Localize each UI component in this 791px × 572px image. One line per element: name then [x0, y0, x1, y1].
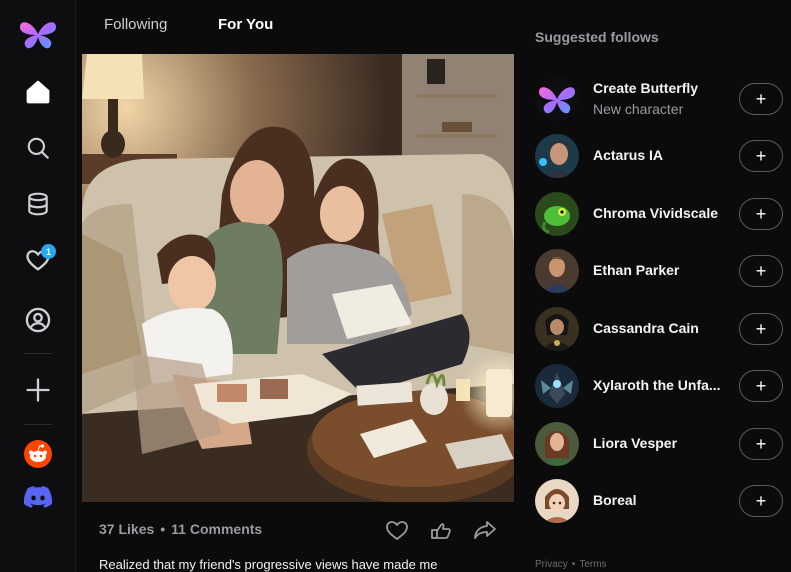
actarus-ia-avatar[interactable] [535, 134, 579, 178]
like-heart-icon[interactable] [382, 516, 412, 544]
follow-button[interactable]: + [739, 198, 783, 230]
suggested-item: Xylaroth the Unfa... + [535, 364, 783, 408]
follow-button[interactable]: + [739, 255, 783, 287]
xylaroth-avatar[interactable] [535, 364, 579, 408]
suggested-name[interactable]: Chroma Vividscale [593, 205, 733, 221]
suggested-follows-panel: Suggested follows Create Butterfly New c… [518, 0, 791, 572]
reddit-icon[interactable] [18, 434, 58, 474]
liora-vesper-avatar[interactable] [535, 422, 579, 466]
feed-tabs: Following For You [82, 0, 514, 52]
suggested-subtitle: New character [593, 101, 684, 117]
notification-badge: 1 [41, 244, 56, 259]
suggested-item: Liora Vesper + [535, 422, 783, 466]
footer-separator: • [571, 559, 576, 570]
follow-button[interactable]: + [739, 83, 783, 115]
suggested-name[interactable]: Create Butterfly [593, 80, 733, 96]
follow-button[interactable]: + [739, 140, 783, 172]
suggested-follows-title: Suggested follows [535, 29, 659, 45]
likes-count[interactable]: 37 Likes [99, 521, 154, 537]
create-plus-icon[interactable] [18, 370, 58, 410]
rail-divider [24, 353, 52, 354]
follow-button[interactable]: + [739, 485, 783, 517]
suggested-item: Create Butterfly New character + [535, 77, 783, 121]
suggested-item: Cassandra Cain + [535, 307, 783, 351]
suggested-item: Chroma Vividscale + [535, 192, 783, 236]
follow-button[interactable]: + [739, 428, 783, 460]
remix-hand-icon[interactable] [426, 516, 456, 544]
home-icon[interactable] [18, 72, 58, 112]
feed-column: Following For You 37 Likes • 11 Comments… [82, 0, 514, 572]
search-icon[interactable] [18, 128, 58, 168]
suggested-item: Ethan Parker + [535, 249, 783, 293]
suggested-name[interactable]: Xylaroth the Unfa... [593, 377, 733, 393]
chroma-vividscale-avatar[interactable] [535, 192, 579, 236]
terms-link[interactable]: Terms [579, 559, 606, 570]
tab-following[interactable]: Following [104, 16, 167, 33]
rail-divider [24, 424, 52, 425]
follow-button[interactable]: + [739, 313, 783, 345]
meta-separator: • [160, 521, 166, 537]
left-nav-rail: 1 [0, 0, 76, 572]
discord-icon[interactable] [18, 477, 58, 517]
privacy-link[interactable]: Privacy [535, 559, 568, 570]
tab-for-you[interactable]: For You [218, 16, 273, 33]
butterfly-logo-icon[interactable] [18, 14, 58, 54]
suggested-name[interactable]: Boreal [593, 492, 733, 508]
cassandra-cain-avatar[interactable] [535, 307, 579, 351]
suggested-name[interactable]: Actarus IA [593, 147, 733, 163]
share-arrow-icon[interactable] [470, 516, 500, 544]
database-icon[interactable] [18, 184, 58, 224]
post-stats: 37 Likes • 11 Comments [99, 521, 262, 537]
post-caption: Realized that my friend's progressive vi… [99, 557, 438, 572]
footer-links: Privacy • Terms [535, 559, 607, 570]
post-image[interactable] [82, 54, 514, 502]
profile-icon[interactable] [18, 300, 58, 340]
ethan-parker-avatar[interactable] [535, 249, 579, 293]
suggested-item: Actarus IA + [535, 134, 783, 178]
suggested-name[interactable]: Cassandra Cain [593, 320, 733, 336]
boreal-avatar[interactable] [535, 479, 579, 523]
notifications-heart-icon[interactable]: 1 [18, 240, 58, 280]
comments-count[interactable]: 11 Comments [171, 521, 262, 537]
post-actions [382, 516, 500, 544]
follow-button[interactable]: + [739, 370, 783, 402]
create-butterfly-avatar[interactable] [535, 77, 579, 121]
suggested-name[interactable]: Liora Vesper [593, 435, 733, 451]
suggested-name[interactable]: Ethan Parker [593, 262, 733, 278]
suggested-item: Boreal + [535, 479, 783, 523]
